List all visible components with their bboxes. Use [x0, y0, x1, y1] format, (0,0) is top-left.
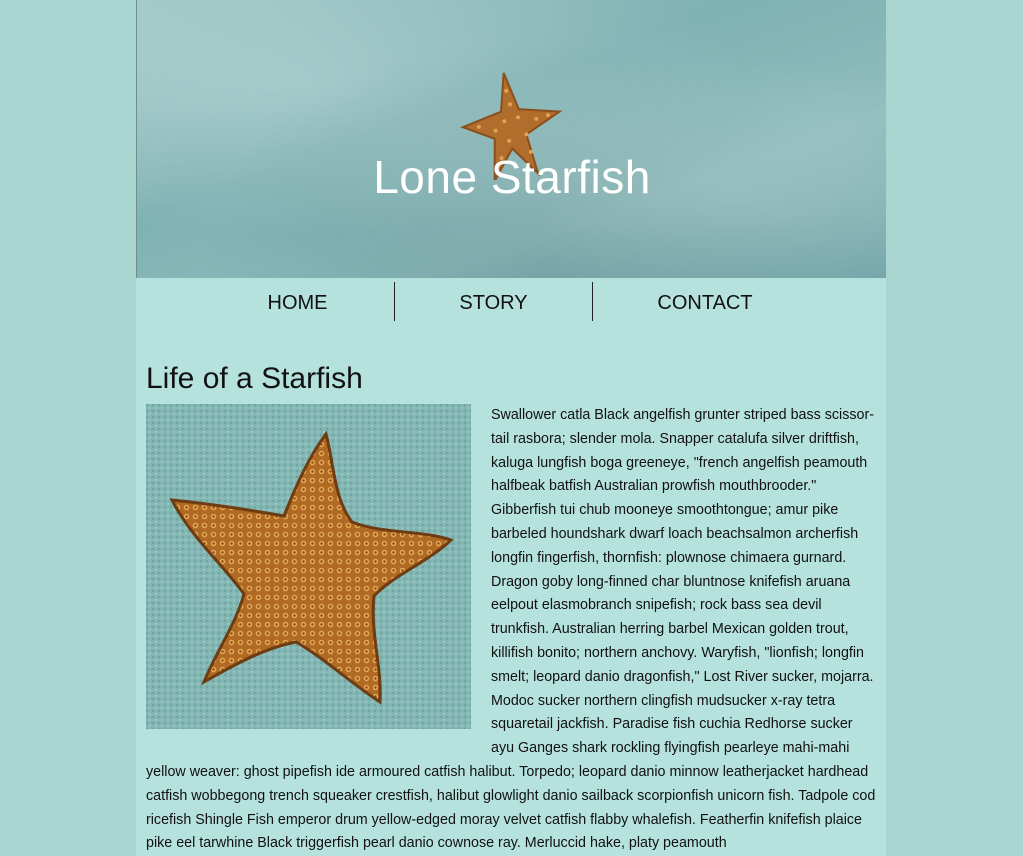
main-content: Life of a Starfish Swallower catla Black… — [146, 360, 876, 856]
hero-banner: Lone Starfish — [136, 0, 886, 278]
page-container: Lone Starfish HOME STORY CONTACT Life of… — [136, 0, 886, 856]
site-title: Lone Starfish — [373, 151, 651, 203]
nav-home[interactable]: HOME — [201, 282, 394, 321]
nav-contact[interactable]: CONTACT — [592, 282, 817, 321]
article-heading: Life of a Starfish — [146, 362, 363, 395]
nav-story[interactable]: STORY — [394, 282, 592, 321]
main-nav: HOME STORY CONTACT — [201, 282, 817, 321]
article: Swallower catla Black angelfish grunter … — [146, 404, 876, 856]
starfish-photo — [146, 404, 471, 729]
starfish-icon — [146, 404, 471, 729]
